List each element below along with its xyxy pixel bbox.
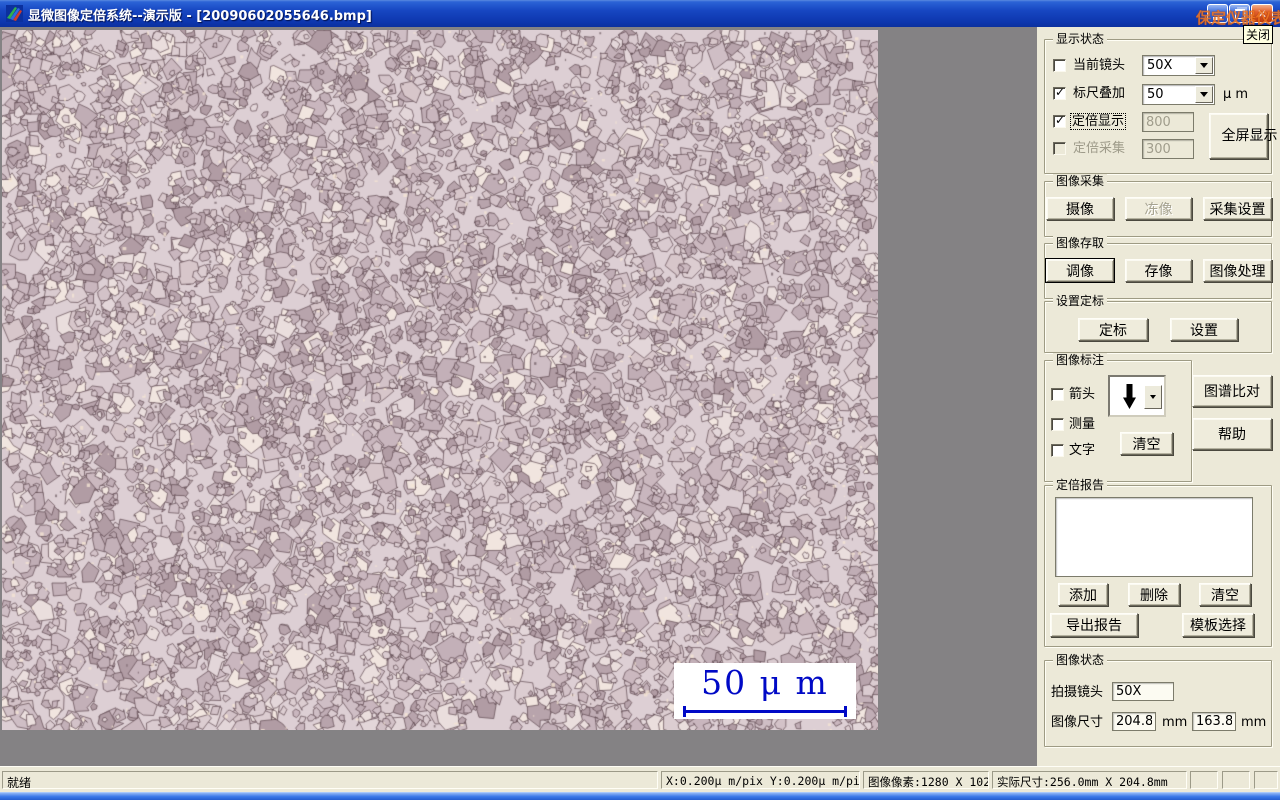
calibrate-button[interactable]: 定标: [1078, 318, 1148, 341]
label-shoot-lens: 拍摄镜头: [1051, 685, 1104, 700]
checkbox-fixed-display[interactable]: [1053, 113, 1066, 128]
input-fixed-display[interactable]: [1142, 112, 1194, 132]
help-button[interactable]: 帮助: [1192, 418, 1272, 450]
save-image-button[interactable]: 存像: [1125, 259, 1192, 282]
label-width-unit: mm: [1162, 715, 1188, 730]
status-empty-panel: [1254, 771, 1278, 789]
label-text: 文字: [1069, 443, 1096, 458]
application-window: 显微图像定倍系统--演示版 - [20090602055646.bmp] ✕ 保…: [0, 0, 1280, 800]
group-title-calibration: 设置定标: [1053, 294, 1108, 308]
chevron-down-icon: [1200, 63, 1208, 72]
combo-scale-overlay-value: 50: [1147, 87, 1164, 102]
freeze-button[interactable]: 冻像: [1125, 197, 1192, 220]
label-scale-unit: μ m: [1223, 87, 1249, 102]
checkbox-measure[interactable]: [1051, 418, 1064, 431]
taskbar-strip[interactable]: [0, 792, 1280, 800]
group-title-display-status: 显示状态: [1053, 32, 1108, 46]
arrow-style-combo[interactable]: [1108, 375, 1166, 417]
clear-annotation-button[interactable]: 清空: [1120, 432, 1173, 455]
checkbox-current-lens[interactable]: [1053, 59, 1066, 72]
setup-button[interactable]: 设置: [1170, 318, 1238, 341]
group-title-image-status: 图像状态: [1053, 653, 1108, 667]
restore-icon: [1234, 8, 1245, 19]
label-measure: 测量: [1069, 417, 1096, 432]
combo-scale-overlay[interactable]: 50: [1142, 84, 1215, 105]
image-area[interactable]: 50 μ m: [2, 30, 878, 730]
checkbox-arrow[interactable]: [1051, 388, 1064, 401]
combo-scale-overlay-dropdown-button[interactable]: [1195, 86, 1213, 103]
chevron-down-icon: [1200, 92, 1208, 101]
image-process-button[interactable]: 图像处理: [1203, 259, 1272, 282]
label-fixed-display: 定倍显示: [1069, 113, 1127, 130]
load-image-button[interactable]: 调像: [1046, 259, 1114, 282]
scale-bar: 50 μ m: [674, 663, 856, 719]
combo-current-lens[interactable]: 50X: [1142, 55, 1215, 76]
side-panel: 显示状态 当前镜头 50X 标尺叠加 50 μ m 定倍显示 定倍采集 全屏显示: [1037, 27, 1280, 766]
arrow-down-icon: [1123, 384, 1136, 409]
combo-current-lens-dropdown-button[interactable]: [1195, 57, 1213, 74]
export-report-button[interactable]: 导出报告: [1050, 613, 1138, 637]
status-empty-panel: [1190, 771, 1218, 789]
micrograph-canvas[interactable]: [2, 30, 878, 730]
label-current-lens: 当前镜头: [1073, 58, 1126, 73]
template-select-button[interactable]: 模板选择: [1182, 613, 1254, 637]
arrow-style-dropdown-button[interactable]: [1144, 385, 1162, 409]
delete-report-button[interactable]: 删除: [1128, 583, 1180, 606]
group-title-storage: 图像存取: [1053, 236, 1108, 250]
label-image-size: 图像尺寸: [1051, 715, 1104, 730]
close-button[interactable]: ✕: [1251, 4, 1273, 23]
checkbox-text[interactable]: [1051, 444, 1064, 457]
close-tooltip: 关闭: [1243, 25, 1274, 44]
status-pixel-scale: X:0.200μ m/pix Y:0.200μ m/pix: [661, 771, 860, 789]
fullscreen-button-label: 全屏显示: [1221, 128, 1278, 144]
label-fixed-capture: 定倍采集: [1073, 141, 1126, 156]
fullscreen-button[interactable]: 全屏显示: [1209, 113, 1278, 159]
group-title-annotation: 图像标注: [1053, 353, 1108, 367]
report-listbox[interactable]: [1055, 497, 1253, 577]
label-scale-overlay: 标尺叠加: [1073, 86, 1126, 101]
checkbox-scale-overlay[interactable]: [1053, 85, 1066, 100]
checkbox-fixed-capture[interactable]: [1053, 142, 1066, 155]
status-actual-size: 实际尺寸:256.0mm X 204.8mm: [992, 771, 1187, 789]
group-image-status: 图像状态: [1044, 653, 1272, 747]
status-ready: 就绪: [2, 771, 658, 789]
titlebar: 显微图像定倍系统--演示版 - [20090602055646.bmp] ✕: [0, 0, 1280, 28]
combo-current-lens-value: 50X: [1147, 58, 1173, 73]
capture-settings-button[interactable]: 采集设置: [1203, 197, 1272, 220]
status-empty-panel: [1222, 771, 1250, 789]
window-title: 显微图像定倍系统--演示版 - [20090602055646.bmp]: [28, 9, 372, 24]
atlas-compare-button[interactable]: 图谱比对: [1192, 375, 1272, 407]
status-image-pixels: 图像像素:1280 X 1024: [863, 771, 989, 789]
scale-bar-line: [683, 706, 847, 717]
lens-input[interactable]: [1112, 682, 1174, 701]
label-arrow: 箭头: [1069, 387, 1096, 402]
minimize-icon: [1213, 16, 1222, 20]
shoot-button[interactable]: 摄像: [1046, 197, 1114, 220]
close-icon: ✕: [1256, 6, 1268, 21]
minimize-button[interactable]: [1207, 4, 1228, 23]
label-height-unit: mm: [1241, 715, 1267, 730]
restore-button[interactable]: [1229, 4, 1250, 23]
group-title-report: 定倍报告: [1053, 478, 1108, 492]
scale-bar-label: 50 μ m: [701, 663, 829, 702]
group-title-capture: 图像采集: [1053, 174, 1108, 188]
app-icon: [6, 5, 23, 22]
width-input[interactable]: [1112, 712, 1156, 731]
statusbar: 就绪 X:0.200μ m/pix Y:0.200μ m/pix 图像像素:12…: [0, 766, 1280, 793]
height-input[interactable]: [1192, 712, 1236, 731]
clear-report-button[interactable]: 清空: [1199, 583, 1251, 606]
chevron-down-icon: [1150, 395, 1156, 402]
add-report-button[interactable]: 添加: [1058, 583, 1108, 606]
client-area: 50 μ m 显示状态 当前镜头 50X 标尺叠加 50 μ m: [0, 27, 1280, 766]
input-fixed-capture[interactable]: [1142, 139, 1194, 159]
